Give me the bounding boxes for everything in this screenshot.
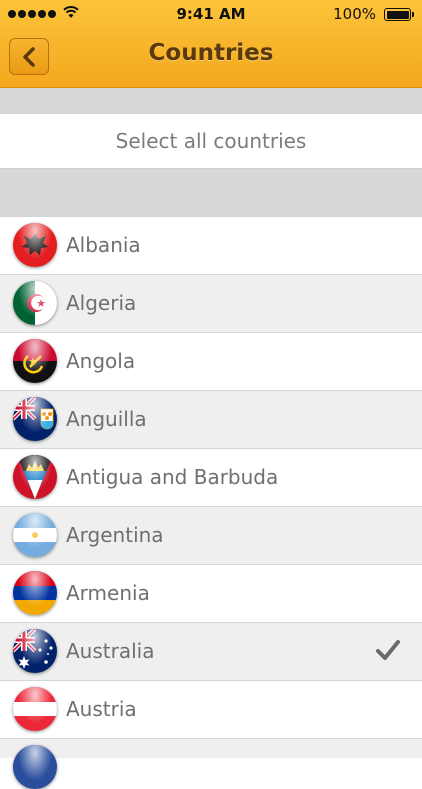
- country-row-anguilla[interactable]: Anguilla: [0, 390, 422, 448]
- section-spacer-middle: [0, 169, 422, 216]
- select-all-countries-button[interactable]: Select all countries: [0, 113, 422, 169]
- argentina-flag-icon: [13, 513, 57, 557]
- country-name: Albania: [66, 233, 141, 257]
- country-name: Angola: [66, 349, 136, 373]
- navigation-bar: 9:41 AM 100% Countries: [0, 0, 422, 88]
- country-name: Argentina: [66, 523, 164, 547]
- antigua-and-barbuda-flag-icon: [13, 455, 57, 499]
- armenia-flag-icon: [13, 571, 57, 615]
- select-all-label: Select all countries: [115, 129, 307, 153]
- country-name: Armenia: [66, 581, 150, 605]
- country-list: Albania Algeria Angola Anguilla Antigua …: [0, 216, 422, 789]
- country-name: Australia: [66, 639, 155, 663]
- status-bar: 9:41 AM 100%: [0, 0, 422, 30]
- country-name: Antigua and Barbuda: [66, 465, 279, 489]
- angola-flag-icon: [13, 339, 57, 383]
- country-row-antigua-and-barbuda[interactable]: Antigua and Barbuda: [0, 448, 422, 506]
- anguilla-flag-icon: [13, 397, 57, 441]
- australia-flag-icon: [13, 629, 57, 673]
- flag-icon: [13, 745, 57, 789]
- country-row-partial[interactable]: [0, 738, 422, 789]
- country-row-albania[interactable]: Albania: [0, 216, 422, 274]
- battery-icon: [384, 8, 414, 21]
- page-title: Countries: [148, 40, 274, 66]
- algeria-flag-icon: [13, 281, 57, 325]
- country-row-australia[interactable]: Australia: [0, 622, 422, 680]
- country-name: Algeria: [66, 291, 137, 315]
- country-row-argentina[interactable]: Argentina: [0, 506, 422, 564]
- country-row-angola[interactable]: Angola: [0, 332, 422, 390]
- country-row-armenia[interactable]: Armenia: [0, 564, 422, 622]
- country-name: Anguilla: [66, 407, 147, 431]
- austria-flag-icon: [13, 687, 57, 731]
- country-row-austria[interactable]: Austria: [0, 680, 422, 738]
- battery-percentage: 100%: [333, 5, 376, 23]
- checkmark-icon: [376, 640, 400, 660]
- albania-flag-icon: [13, 223, 57, 267]
- country-row-algeria[interactable]: Algeria: [0, 274, 422, 332]
- section-spacer-top: [0, 88, 422, 113]
- country-name: Austria: [66, 697, 137, 721]
